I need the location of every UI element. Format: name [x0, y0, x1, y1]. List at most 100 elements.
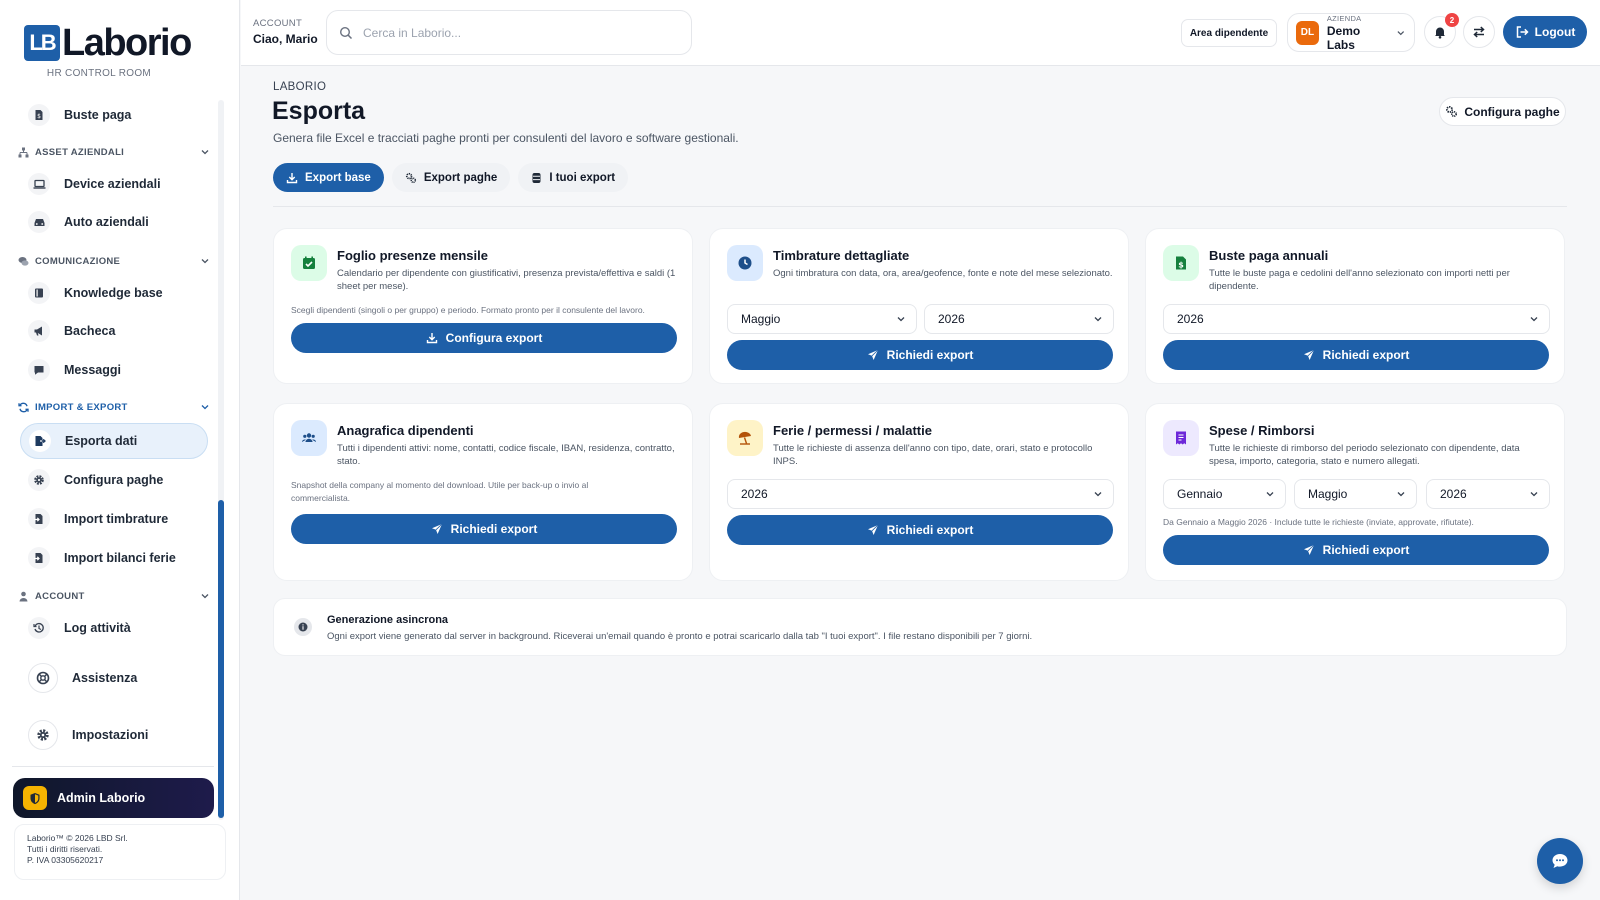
sync-icon: [18, 402, 29, 412]
year-select-value: 2026: [1440, 487, 1467, 501]
svg-text:$: $: [1178, 261, 1184, 270]
richiedi-export-button[interactable]: Richiedi export: [1163, 340, 1549, 370]
lifebuoy-icon: [28, 663, 58, 693]
section-label: COMUNICAZIONE: [35, 255, 121, 267]
chevron-down-icon: [201, 150, 209, 155]
month-select[interactable]: Maggio: [727, 304, 917, 334]
sidebar: LB Laborio HR CONTROL ROOM $ Buste paga …: [0, 0, 240, 900]
tab-i-tuoi-export[interactable]: I tuoi export: [518, 163, 629, 192]
info-banner: Generazione asincrona Ogni export viene …: [273, 598, 1567, 656]
configura-paghe-button[interactable]: Configura paghe: [1439, 97, 1566, 126]
sidebar-item-import-bilanci-ferie[interactable]: Import bilanci ferie: [20, 540, 208, 576]
search-input[interactable]: [363, 25, 663, 40]
card-description: Tutti i dipendenti attivi: nome, contatt…: [337, 443, 675, 467]
button-label: Richiedi export: [886, 523, 974, 537]
richiedi-export-button[interactable]: Richiedi export: [291, 514, 677, 544]
account-label: ACCOUNT: [253, 18, 303, 29]
button-label: Richiedi export: [450, 522, 538, 536]
info-description: Ogni export viene generato dal server in…: [327, 631, 1033, 642]
sidebar-item-configura-paghe[interactable]: Configura paghe: [20, 462, 208, 498]
file-invoice-dollar-icon: $: [1163, 245, 1199, 281]
umbrella-beach-icon: [727, 420, 763, 456]
year-select-value: 2026: [1177, 312, 1204, 326]
card-description: Calendario per dipendente con giustifica…: [337, 268, 676, 292]
sidebar-item-import-timbrature[interactable]: Import timbrature: [20, 501, 208, 537]
shield-icon: [23, 786, 47, 810]
svg-text:$: $: [37, 113, 41, 120]
card-ferie-permessi-malattie: Ferie / permessi / malattie Tutte le ric…: [709, 403, 1129, 581]
button-label: Richiedi export: [886, 348, 974, 362]
configura-export-button[interactable]: Configura export: [291, 323, 677, 353]
card-timbrature-dettagliate: Timbrature dettagliate Ogni timbratura c…: [709, 228, 1129, 384]
sidebar-item-esporta-dati[interactable]: Esporta dati: [20, 423, 208, 459]
richiedi-export-button[interactable]: Richiedi export: [727, 515, 1113, 545]
sidebar-item-log-attivita[interactable]: Log attività: [20, 610, 208, 646]
sidebar-item-bacheca[interactable]: Bacheca: [20, 313, 208, 349]
document-dollar-icon: $: [28, 104, 50, 126]
chevron-down-icon: [1530, 317, 1538, 322]
sidebar-item-label: Configura paghe: [64, 473, 164, 487]
sidebar-item-messaggi[interactable]: Messaggi: [20, 352, 208, 388]
chat-button[interactable]: [1537, 838, 1583, 884]
chevron-down-icon: [201, 594, 209, 599]
admin-laborio-button[interactable]: Admin Laborio: [13, 778, 214, 818]
logout-button[interactable]: Logout: [1503, 16, 1587, 48]
paper-plane-icon: [1303, 544, 1314, 555]
card-spese-rimborsi: Spese / Rimborsi Tutte le richieste di r…: [1145, 403, 1565, 581]
sidebar-item-assistenza[interactable]: Assistenza: [20, 660, 208, 696]
company-switcher[interactable]: DL AZIENDA Demo Labs: [1287, 13, 1415, 52]
area-dipendente-button[interactable]: Area dipendente: [1181, 19, 1277, 47]
tab-label: I tuoi export: [549, 171, 616, 184]
chevron-down-icon: [1397, 30, 1405, 35]
section-account[interactable]: ACCOUNT: [18, 586, 210, 606]
sitemap-icon: [18, 147, 29, 157]
calendar-check-icon: [291, 245, 327, 281]
paper-plane-icon: [1303, 349, 1314, 360]
section-asset-aziendali[interactable]: ASSET AZIENDALI: [18, 142, 210, 162]
section-label: ACCOUNT: [35, 590, 85, 602]
section-import-export[interactable]: IMPORT & EXPORT: [18, 397, 210, 417]
notifications-button[interactable]: 2: [1424, 13, 1459, 48]
card-note: Da Gennaio a Maggio 2026 · Include tutte…: [1163, 517, 1474, 527]
tab-export-paghe[interactable]: Export paghe: [391, 163, 511, 192]
chevron-down-icon: [1094, 492, 1102, 497]
breadcrumb: LABORIO: [273, 81, 327, 93]
from-month-value: Gennaio: [1177, 487, 1223, 501]
footer-vat: P. IVA 03305620217: [27, 855, 104, 865]
sidebar-item-impostazioni[interactable]: Impostazioni: [20, 717, 208, 753]
sidebar-item-device-aziendali[interactable]: Device aziendali: [20, 166, 208, 202]
sidebar-scroll-thumb[interactable]: [218, 500, 224, 818]
year-select[interactable]: 2026: [1426, 479, 1550, 509]
richiedi-export-button[interactable]: Richiedi export: [727, 340, 1113, 370]
sidebar-item-label: Buste paga: [64, 108, 132, 122]
sidebar-item-label: Impostazioni: [72, 728, 149, 742]
chevron-down-icon: [897, 317, 905, 322]
tab-export-base[interactable]: Export base: [273, 163, 384, 192]
sidebar-item-auto-aziendali[interactable]: Auto aziendali: [20, 204, 208, 240]
year-select[interactable]: 2026: [924, 304, 1114, 334]
sidebar-item-knowledge-base[interactable]: Knowledge base: [20, 275, 208, 311]
sign-out-icon: [1516, 26, 1529, 38]
brand-mark: LB: [24, 25, 60, 61]
sidebar-item-label: Device aziendali: [64, 177, 161, 191]
paper-plane-icon: [431, 523, 442, 534]
admin-label: Admin Laborio: [57, 791, 146, 805]
account-name: Ciao, Mario: [253, 32, 318, 46]
card-description: Ogni timbratura con data, ora, area/geof…: [773, 268, 1113, 279]
button-label: Richiedi export: [1322, 543, 1410, 557]
car-icon: [28, 211, 50, 233]
section-comunicazione[interactable]: COMUNICAZIONE: [18, 251, 210, 271]
database-icon: [532, 172, 541, 183]
richiedi-export-button[interactable]: Richiedi export: [1163, 535, 1549, 565]
brand-logo[interactable]: LB Laborio HR CONTROL ROOM: [24, 24, 194, 79]
to-month-select[interactable]: Maggio: [1294, 479, 1417, 509]
from-month-select[interactable]: Gennaio: [1163, 479, 1286, 509]
sidebar-item-buste-paga[interactable]: $ Buste paga: [20, 97, 208, 133]
year-select[interactable]: 2026: [727, 479, 1114, 509]
company-name: Demo Labs: [1326, 23, 1361, 52]
year-select[interactable]: 2026: [1163, 304, 1550, 334]
sidebar-scrollbar[interactable]: [218, 100, 224, 820]
search-box[interactable]: [326, 10, 692, 55]
switch-view-button[interactable]: [1463, 16, 1495, 48]
sidebar-item-label: Auto aziendali: [64, 215, 149, 229]
